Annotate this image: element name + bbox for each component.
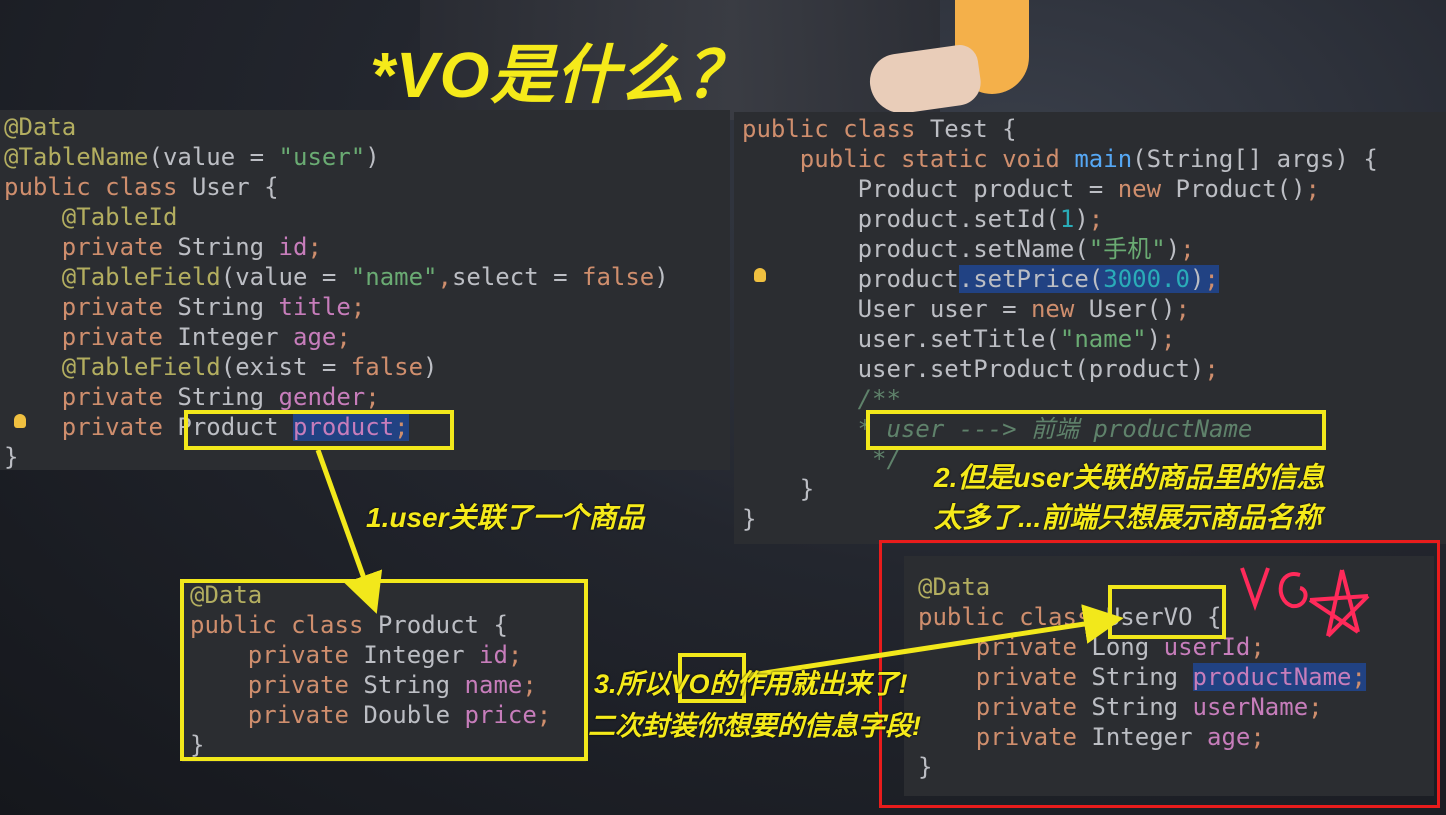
handwritten-o bbox=[1278, 572, 1308, 609]
note-1: 1.user关联了一个商品 bbox=[366, 502, 645, 533]
note-3-line-2: 二次封装你想要的信息字段! bbox=[588, 711, 921, 741]
note-2-line-1: 2.但是user关联的商品里的信息 bbox=[934, 462, 1325, 493]
handwritten-v bbox=[1240, 567, 1270, 612]
note-3-line-1: 3.所以VO的作用就出来了! bbox=[594, 669, 908, 699]
star-icon bbox=[1308, 569, 1370, 638]
note-2-line-2: 太多了...前端只想展示商品名称 bbox=[934, 502, 1322, 533]
